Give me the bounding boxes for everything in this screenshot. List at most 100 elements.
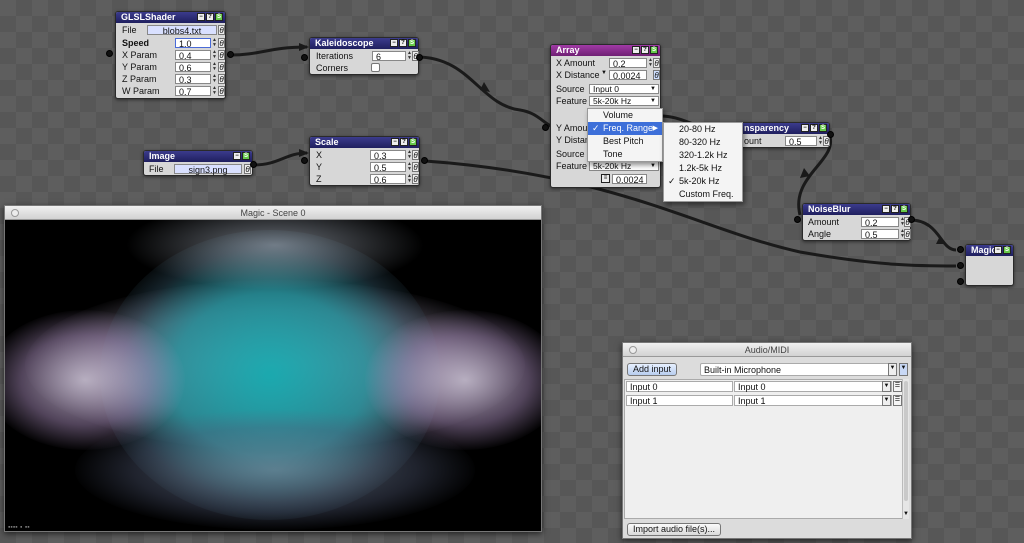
magic-input-port-1[interactable] bbox=[957, 246, 964, 253]
input-source-1[interactable]: Input 1 bbox=[734, 395, 892, 406]
minimize-icon[interactable]: − bbox=[391, 138, 399, 146]
reorder-icon[interactable]: ☰ bbox=[893, 381, 902, 392]
minimize-icon[interactable]: − bbox=[632, 46, 640, 54]
noiseblur-input-port[interactable] bbox=[794, 216, 801, 223]
menu-item-freq-range[interactable]: ✓ Freq. Range ▶ bbox=[588, 122, 662, 135]
theta-icon[interactable]: θ bbox=[218, 50, 225, 60]
theta-icon[interactable]: θ bbox=[412, 174, 419, 184]
glsl-shader-header[interactable]: GLSLShader −? S bbox=[116, 12, 225, 23]
settings-icon[interactable]: S bbox=[900, 205, 908, 213]
theta-icon[interactable]: θ bbox=[218, 62, 225, 72]
magic-input-port-2[interactable] bbox=[957, 262, 964, 269]
glsl-file-field[interactable]: blobs4.txt bbox=[147, 25, 217, 36]
theta-icon[interactable]: θ bbox=[653, 70, 660, 80]
y-param-field[interactable]: 0.6 bbox=[175, 62, 211, 73]
menu-icon[interactable]: ≡ bbox=[601, 174, 610, 183]
settings-icon[interactable]: S bbox=[242, 152, 250, 160]
glsl-output-port[interactable] bbox=[227, 51, 234, 58]
menu-item-best-pitch[interactable]: Best Pitch bbox=[588, 135, 662, 148]
stepper-icon[interactable]: ▲ ▼ bbox=[212, 74, 217, 84]
audio-window-titlebar[interactable]: Audio/MIDI bbox=[623, 343, 911, 357]
scene-window-titlebar[interactable]: Magic - Scene 0 bbox=[5, 206, 541, 220]
submenu-item-20-80[interactable]: 20-80 Hz bbox=[664, 123, 742, 136]
kaleidoscope-input-port[interactable] bbox=[301, 54, 308, 61]
transparency-amount-field[interactable]: 0.5 bbox=[785, 136, 817, 147]
kaleidoscope-output-port[interactable] bbox=[416, 54, 423, 61]
scale-header[interactable]: Scale −? S bbox=[310, 137, 419, 148]
image-file-field[interactable]: sign3.png bbox=[174, 164, 242, 175]
noiseblur-amount-field[interactable]: 0.2 bbox=[861, 217, 899, 228]
submenu-item-custom[interactable]: Custom Freq. bbox=[664, 188, 742, 201]
x-param-field[interactable]: 0.4 bbox=[175, 50, 211, 61]
menu-item-tone[interactable]: Tone bbox=[588, 148, 662, 161]
y-distance-field[interactable]: 0.0024 bbox=[612, 174, 647, 185]
input-name-1[interactable]: Input 1 bbox=[626, 395, 733, 406]
image-output-port[interactable] bbox=[250, 161, 257, 168]
z-param-field[interactable]: 0.3 bbox=[175, 74, 211, 85]
glsl-input-port[interactable] bbox=[106, 50, 113, 57]
magic-node[interactable]: Magic − S bbox=[965, 244, 1014, 286]
chevron-down-icon[interactable]: ▼ bbox=[888, 363, 897, 376]
minimize-icon[interactable]: − bbox=[801, 124, 809, 132]
submenu-item-320-1-2k[interactable]: 320-1.2k Hz bbox=[664, 149, 742, 162]
settings-icon[interactable]: S bbox=[819, 124, 827, 132]
noiseblur-angle-field[interactable]: 0.5 bbox=[861, 229, 899, 240]
corners-checkbox[interactable] bbox=[371, 63, 380, 72]
minimize-icon[interactable]: − bbox=[882, 205, 890, 213]
inputs-list[interactable]: Input 0 Input 0 ▼ ☰ Input 1 Input 1 ▼ ☰ bbox=[624, 379, 907, 519]
noiseblur-node[interactable]: NoiseBlur −? S Amount 0.2 ▲ ▼ θ Angle 0.5 … bbox=[802, 203, 911, 241]
theta-icon[interactable]: θ bbox=[218, 86, 225, 96]
theta-icon[interactable]: θ bbox=[218, 74, 225, 84]
feature-select[interactable]: 5k-20k Hz ▼ bbox=[589, 96, 659, 106]
scale-output-port[interactable] bbox=[421, 157, 428, 164]
freq-range-submenu[interactable]: 20-80 Hz 80-320 Hz 320-1.2k Hz 1.2k-5k H… bbox=[663, 122, 743, 202]
scrollbar-thumb[interactable] bbox=[904, 381, 908, 501]
stepper-icon[interactable]: ▲ ▼ bbox=[212, 86, 217, 96]
image-node[interactable]: Image − S File sign3.png θ bbox=[143, 150, 253, 176]
menu-item-volume[interactable]: Volume bbox=[588, 109, 662, 122]
help-icon[interactable]: ? bbox=[400, 138, 408, 146]
stepper-icon[interactable]: ▲ ▼ bbox=[212, 50, 217, 60]
image-header[interactable]: Image − S bbox=[144, 151, 252, 162]
minimize-icon[interactable]: − bbox=[994, 246, 1002, 254]
theta-icon[interactable]: θ bbox=[653, 58, 660, 68]
settings-icon[interactable]: S bbox=[1003, 246, 1011, 254]
kaleidoscope-node[interactable]: Kaleidoscope −?S Iterations 6 ▲▼ θ Corne… bbox=[309, 37, 419, 75]
input-source-0[interactable]: Input 0 bbox=[734, 381, 892, 392]
inputs-scrollbar[interactable]: ▼ bbox=[902, 379, 909, 519]
settings-icon[interactable]: S bbox=[408, 39, 416, 47]
minimize-icon[interactable]: − bbox=[233, 152, 241, 160]
chevron-down-icon[interactable]: ▼ bbox=[601, 70, 607, 76]
help-icon[interactable]: ? bbox=[206, 13, 214, 21]
chevron-down-icon[interactable]: ▼ bbox=[882, 395, 891, 406]
transparency-output-port[interactable] bbox=[827, 131, 834, 138]
settings-icon[interactable]: S bbox=[215, 13, 223, 21]
noiseblur-header[interactable]: NoiseBlur −? S bbox=[803, 204, 910, 215]
scene-render-canvas[interactable]: ▪▪▪▪ ▪ ▪▪ bbox=[5, 220, 541, 531]
glsl-shader-node[interactable]: GLSLShader −? S File blobs4.txt θ Speed 1… bbox=[115, 11, 226, 99]
audio-midi-window[interactable]: Audio/MIDI Add input Built-in Microphone… bbox=[622, 342, 912, 539]
minimize-icon[interactable]: − bbox=[197, 13, 205, 21]
scale-z-field[interactable]: 0.6 bbox=[370, 174, 406, 185]
scale-y-field[interactable]: 0.5 bbox=[370, 162, 406, 173]
input-name-0[interactable]: Input 0 bbox=[626, 381, 733, 392]
w-param-field[interactable]: 0.7 bbox=[175, 86, 211, 97]
feature-menu[interactable]: Volume ✓ Freq. Range ▶ Best Pitch Tone bbox=[587, 108, 663, 162]
scene-window[interactable]: Magic - Scene 0 ▪▪▪▪ ▪ ▪▪ bbox=[4, 205, 542, 532]
array-input-port[interactable] bbox=[542, 124, 549, 131]
theta-icon[interactable]: θ bbox=[412, 162, 419, 172]
array-header[interactable]: Array −? S bbox=[551, 45, 660, 56]
settings-icon[interactable]: S bbox=[409, 138, 417, 146]
kaleidoscope-header[interactable]: Kaleidoscope −? S bbox=[310, 38, 418, 49]
stepper-icon[interactable]: ▲ ▼ bbox=[212, 62, 217, 72]
help-icon[interactable]: ? bbox=[810, 124, 818, 132]
submenu-item-5k-20k[interactable]: ✓ 5k-20k Hz bbox=[664, 175, 742, 188]
add-input-button[interactable]: Add input bbox=[627, 363, 677, 376]
scale-input-port[interactable] bbox=[301, 157, 308, 164]
theta-icon[interactable]: θ bbox=[218, 38, 225, 48]
chevron-down-icon[interactable]: ▼ bbox=[882, 381, 891, 392]
magic-input-port-3[interactable] bbox=[957, 278, 964, 285]
reorder-icon[interactable]: ☰ bbox=[893, 395, 902, 406]
scale-x-field[interactable]: 0.3 bbox=[370, 150, 406, 161]
theta-icon[interactable]: θ bbox=[904, 229, 911, 239]
